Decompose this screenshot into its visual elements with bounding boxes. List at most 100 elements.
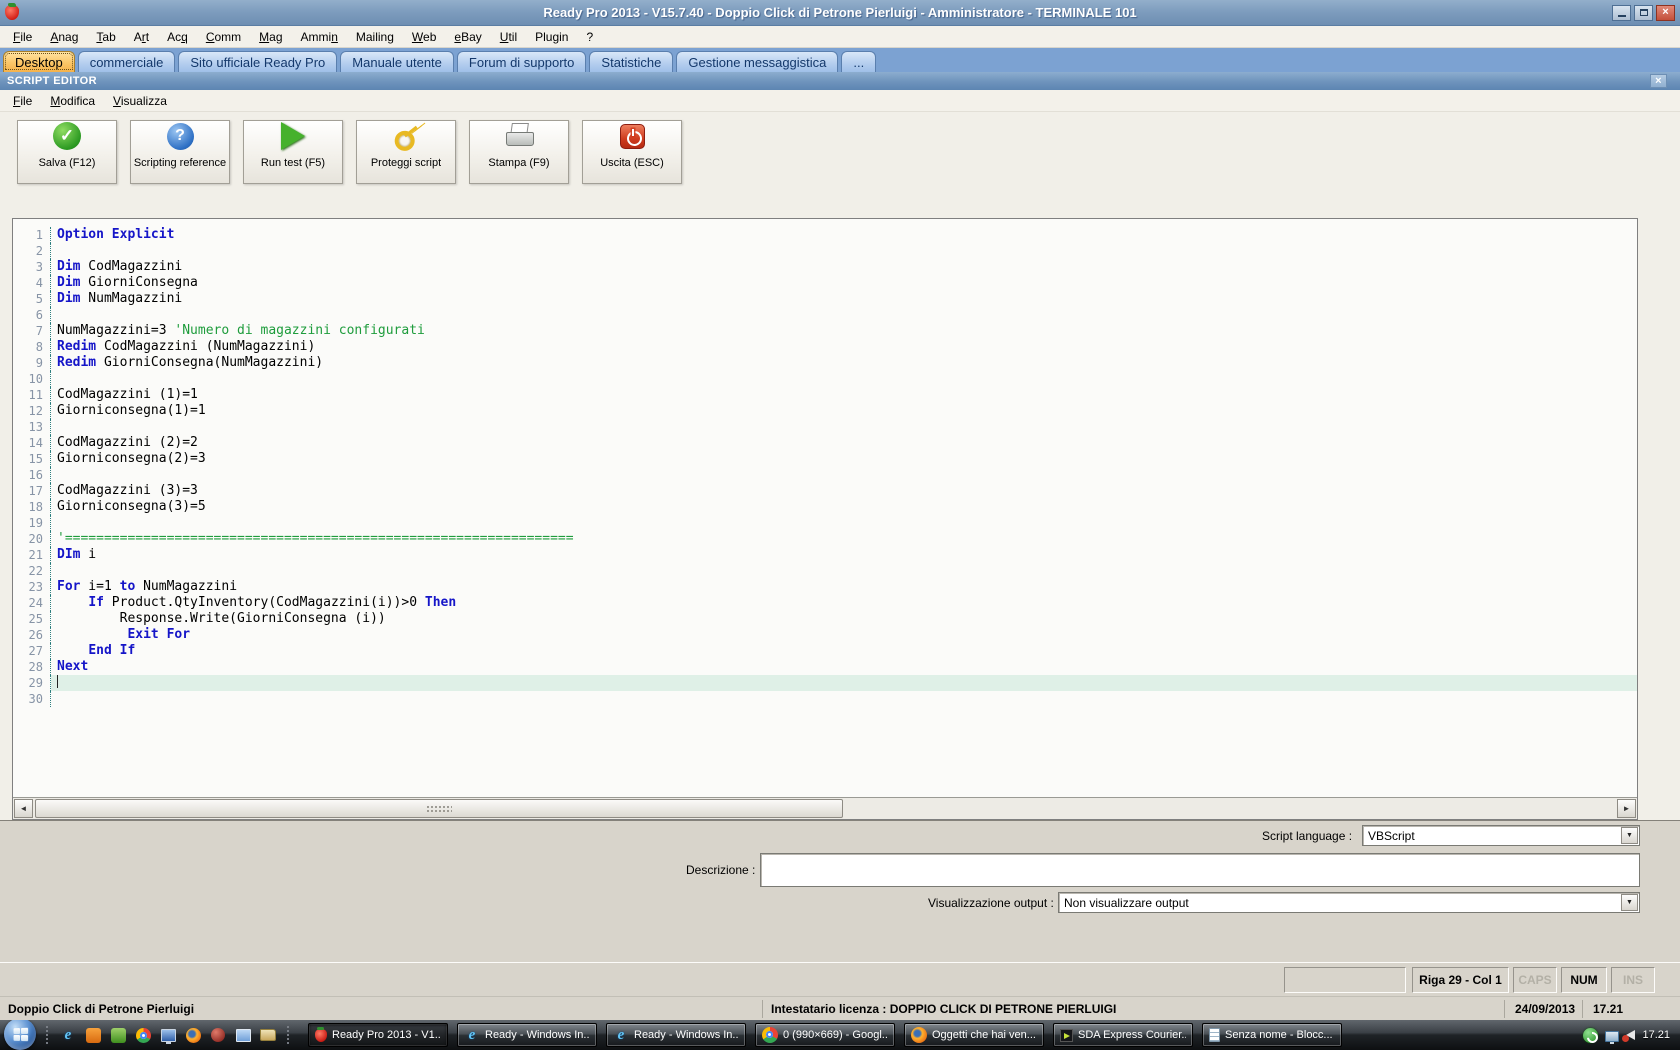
menu-item-ammin[interactable]: Ammin <box>292 27 347 47</box>
monitor-icon[interactable] <box>159 1026 177 1044</box>
tab-desktop[interactable]: Desktop <box>3 51 75 72</box>
code-text: Giorniconsegna(1)=1 <box>57 403 206 418</box>
code-line[interactable]: 23 For i=1 to NumMagazzini <box>13 579 1637 595</box>
code-line[interactable]: 18 Giorniconsegna(3)=5 <box>13 499 1637 515</box>
code-line[interactable]: 6 <box>13 307 1637 323</box>
taskbar-button-ready-windows-in[interactable]: e Ready - Windows In... <box>606 1023 746 1047</box>
code-line[interactable]: 13 <box>13 419 1637 435</box>
tab-statistiche[interactable]: Statistiche <box>589 51 674 72</box>
editor-menu-item-file[interactable]: File <box>4 91 41 111</box>
line-number: 29 <box>13 675 51 691</box>
scrollbar-thumb[interactable] <box>35 799 843 818</box>
code-line[interactable]: 19 <box>13 515 1637 531</box>
script-editor-close-icon[interactable]: × <box>1650 74 1667 88</box>
code-line[interactable]: 26 Exit For <box>13 627 1637 643</box>
tab-manuale-utente[interactable]: Manuale utente <box>340 51 454 72</box>
tab-sito-ufficiale-ready-pro[interactable]: Sito ufficiale Ready Pro <box>178 51 338 72</box>
scroll-right-arrow-icon[interactable]: ► <box>1617 799 1636 818</box>
menu-item-art[interactable]: Art <box>125 27 158 47</box>
menu-item-acq[interactable]: Acq <box>158 27 197 47</box>
code-line[interactable]: 16 <box>13 467 1637 483</box>
menu-item-item[interactable]: ? <box>577 27 602 47</box>
firefox-icon[interactable] <box>184 1026 202 1044</box>
menu-item-web[interactable]: Web <box>403 27 445 47</box>
code-line[interactable]: 7 NumMagazzini=3 'Numero di magazzini con… <box>13 323 1637 339</box>
scroll-left-arrow-icon[interactable]: ◄ <box>14 799 33 818</box>
code-line[interactable]: 24 If Product.QtyInventory(CodMagazzini(… <box>13 595 1637 611</box>
caps-lock-indicator: CAPS <box>1513 967 1557 993</box>
print-icon <box>504 121 534 151</box>
code-line[interactable]: 20 '=====================================… <box>13 531 1637 547</box>
output-mode-dropdown[interactable]: Non visualizzare output ▼ <box>1058 892 1640 913</box>
chevron-down-icon[interactable]: ▼ <box>1621 827 1638 844</box>
script-language-dropdown[interactable]: VBScript ▼ <box>1362 825 1640 846</box>
taskbar-clock[interactable]: 17.21 <box>1642 1029 1670 1041</box>
chevron-down-icon[interactable]: ▼ <box>1621 894 1638 911</box>
tab-forum-di-supporto[interactable]: Forum di supporto <box>456 51 587 72</box>
menu-item-mailing[interactable]: Mailing <box>347 27 403 47</box>
taskbar-button-ready-windows-in[interactable]: e Ready - Windows In... <box>457 1023 597 1047</box>
update-tray-icon[interactable] <box>1583 1027 1599 1043</box>
taskbar-button-oggetti-che-hai-ven[interactable]: Oggetti che hai ven... <box>904 1023 1044 1047</box>
code-line[interactable]: 14 CodMagazzini (2)=2 <box>13 435 1637 451</box>
run-test-f5-button[interactable]: Run test (F5) <box>243 120 343 184</box>
start-button[interactable] <box>4 1018 36 1050</box>
code-line[interactable]: 27 End If <box>13 643 1637 659</box>
taskbar-button-sda-express-courier[interactable]: SDA Express Courier... <box>1053 1023 1193 1047</box>
menu-item-mag[interactable]: Mag <box>250 27 291 47</box>
editor-menu-item-visualizza[interactable]: Visualizza <box>104 91 176 111</box>
windows-explorer-icon[interactable] <box>234 1026 252 1044</box>
audio-muted-tray-icon[interactable] <box>1622 1030 1636 1042</box>
green-app-icon[interactable] <box>109 1026 127 1044</box>
taskbar-button-ready-pro-2013-v1[interactable]: Ready Pro 2013 - V1... <box>308 1023 448 1047</box>
scripting-reference-button[interactable]: ? Scripting reference <box>130 120 230 184</box>
tab-gestione-messaggistica[interactable]: Gestione messaggistica <box>676 51 839 72</box>
code-line[interactable]: 21 DIm i <box>13 547 1637 563</box>
uscita-esc-button[interactable]: Uscita (ESC) <box>582 120 682 184</box>
menu-item-anag[interactable]: Anag <box>41 27 87 47</box>
red-orb-app-icon[interactable] <box>209 1026 227 1044</box>
menu-item-plugin[interactable]: Plugin <box>526 27 577 47</box>
code-line[interactable]: 9 Redim GiorniConsegna(NumMagazzini) <box>13 355 1637 371</box>
minimize-button[interactable] <box>1612 4 1631 21</box>
code-line[interactable]: 25 Response.Write(GiorniConsegna (i)) <box>13 611 1637 627</box>
code-line[interactable]: 4 Dim GiorniConsegna <box>13 275 1637 291</box>
menu-item-comm[interactable]: Comm <box>197 27 250 47</box>
close-button[interactable]: × <box>1656 4 1675 21</box>
code-line[interactable]: 22 <box>13 563 1637 579</box>
code-line[interactable]: 17 CodMagazzini (3)=3 <box>13 483 1637 499</box>
code-line[interactable]: 2 <box>13 243 1637 259</box>
taskbar-button-0-990-669-googl[interactable]: 0 (990×669) - Googl... <box>755 1023 895 1047</box>
network-tray-icon[interactable] <box>1605 1030 1620 1044</box>
orange-app-icon[interactable] <box>84 1026 102 1044</box>
horizontal-scrollbar[interactable]: ◄ ► <box>13 797 1637 819</box>
code-line[interactable]: 11 CodMagazzini (1)=1 <box>13 387 1637 403</box>
code-line[interactable]: 28 Next <box>13 659 1637 675</box>
code-line[interactable]: 30 <box>13 691 1637 707</box>
menu-item-util[interactable]: Util <box>491 27 526 47</box>
description-input[interactable] <box>760 853 1640 887</box>
menu-item-ebay[interactable]: eBay <box>445 27 490 47</box>
folder-icon[interactable] <box>259 1026 277 1044</box>
chrome-icon[interactable] <box>134 1026 152 1044</box>
internet-explorer-icon[interactable]: e <box>59 1026 77 1044</box>
code-line[interactable]: 3 Dim CodMagazzini <box>13 259 1637 275</box>
code-line[interactable]: 8 Redim CodMagazzini (NumMagazzini) <box>13 339 1637 355</box>
menu-item-tab[interactable]: Tab <box>87 27 124 47</box>
code-line[interactable]: 29 <box>13 675 1637 691</box>
restore-button[interactable] <box>1634 4 1653 21</box>
tab-item[interactable]: ... <box>841 51 877 72</box>
code-line[interactable]: 1 Option Explicit <box>13 227 1637 243</box>
code-line[interactable]: 15 Giorniconsegna(2)=3 <box>13 451 1637 467</box>
code-line[interactable]: 10 <box>13 371 1637 387</box>
tab-commerciale[interactable]: commerciale <box>77 51 176 72</box>
proteggi-script-button[interactable]: Proteggi script <box>356 120 456 184</box>
editor-menu-item-modifica[interactable]: Modifica <box>41 91 104 111</box>
taskbar-button-senza-nome-blocc[interactable]: Senza nome - Blocc... <box>1202 1023 1342 1047</box>
menu-item-file[interactable]: File <box>4 27 41 47</box>
stampa-f9-button[interactable]: Stampa (F9) <box>469 120 569 184</box>
code-line[interactable]: 12 Giorniconsegna(1)=1 <box>13 403 1637 419</box>
salva-f12-button[interactable]: ✓ Salva (F12) <box>17 120 117 184</box>
code-line[interactable]: 5 Dim NumMagazzini <box>13 291 1637 307</box>
code-area[interactable]: 1 Option Explicit 2 3 Dim CodMagazzini 4 Dim G… <box>13 219 1637 797</box>
